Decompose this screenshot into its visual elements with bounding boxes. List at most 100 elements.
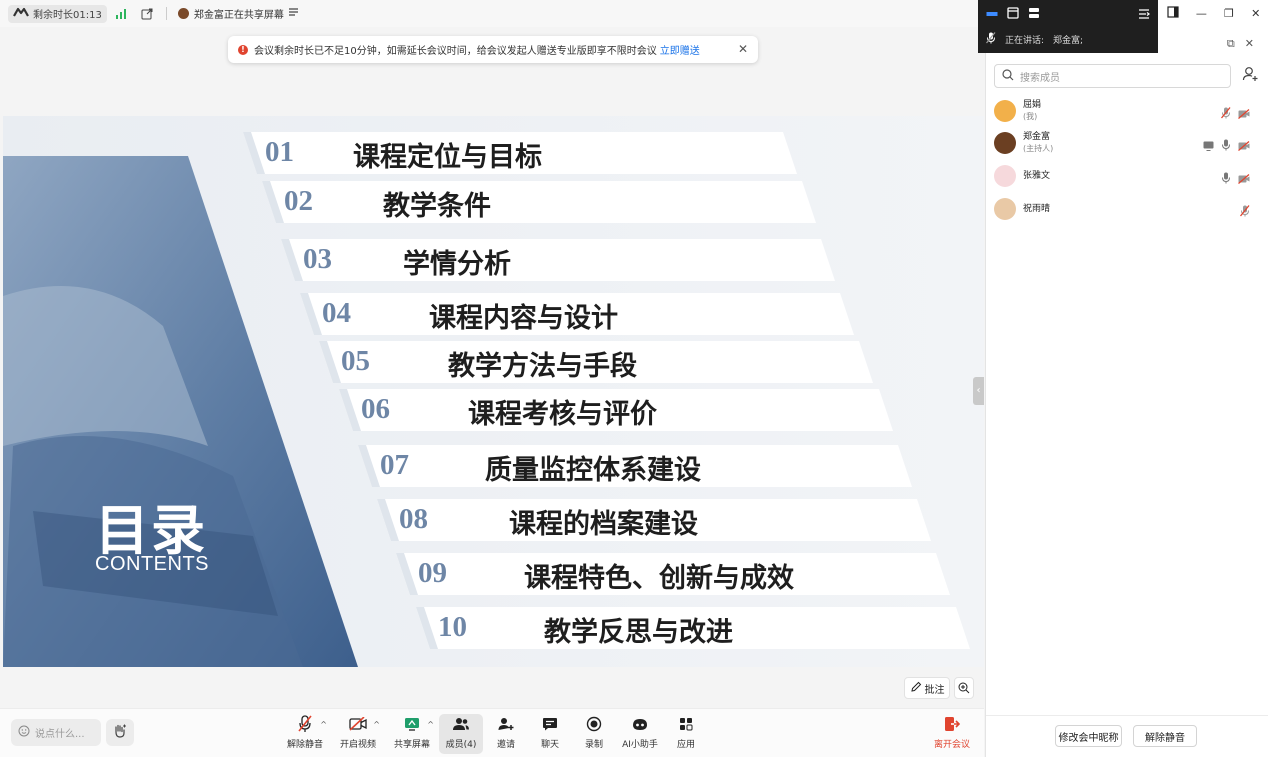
member-status-icons [1203,136,1250,155]
avatar [994,132,1016,154]
annotate-button[interactable]: 批注 [904,677,950,699]
pencil-icon [910,681,922,696]
rename-in-meeting-button[interactable]: 修改会中昵称 [1055,725,1122,747]
toc-item-text: 质量监控体系建设 [485,455,701,486]
member-status-icons [1221,169,1250,188]
member-names: 张雅文 [1023,171,1050,182]
toc-number: 10 [438,611,467,643]
sharer-avatar [177,8,189,19]
leave-meeting-button[interactable]: 离开会议 [930,714,974,754]
member-row[interactable]: 祝雨晴 [994,194,1256,224]
add-user-icon [1242,66,1258,86]
speaking-name: 郑金富; [1053,36,1084,46]
screen-sharer-info[interactable]: 郑金富正在共享屏幕 [177,6,298,21]
apps-icon [679,714,693,734]
presentation-slide: 目录 CONTENTS 01 课程定位与目标 02 教学条件 03 学情分析 04 课程内容与… [3,116,984,667]
toc-number: 01 [265,136,294,168]
chevron-up-icon[interactable]: ^ [427,720,434,729]
toc-number: 04 [322,297,351,329]
warning-icon: ! [238,44,248,55]
unmute-button[interactable]: 解除静音 ^ [283,714,327,754]
member-role: (我) [1023,112,1038,121]
mic-muted-icon[interactable] [1220,104,1231,123]
members-panel: 正在讲话: 郑金富; — ❐ ✕ ⧉ ✕ 搜索成员 屈娟 (我) 郑金富 (主持人) 张… [978,0,1268,757]
minimize-window-icon[interactable]: — [1196,7,1207,20]
invite-icon [498,714,514,734]
unmute-label: 解除静音 [286,740,323,750]
mic-muted-icon[interactable] [1239,202,1250,221]
toc-item-text: 课程考核与评价 [468,399,657,430]
restore-window-icon[interactable]: ❐ [1224,7,1234,20]
member-row[interactable]: 郑金富 (主持人) [994,128,1256,158]
mic-icon[interactable] [1221,136,1231,155]
zoom-in-icon [958,679,970,698]
leave-icon [944,714,960,734]
video-off-icon [349,714,367,734]
tencent-meeting-logo-icon [13,7,29,20]
sidebar-toggle-icon[interactable] [1167,5,1179,21]
start-video-label: 开启视频 [339,740,376,750]
raise-hand-button[interactable] [106,719,134,746]
collapse-list-icon[interactable] [1138,4,1150,23]
speaking-label: 正在讲话: [1005,36,1045,46]
notice-message: 会议剩余时长已不足10分钟，如需延长会议时间，给会议发起人赠送专业版即享不限时会… [254,46,657,57]
ai-assistant-label: AI小助手 [622,740,658,750]
toc-number: 02 [284,185,313,217]
camera-off-icon[interactable] [1238,104,1250,123]
toc-number: 05 [341,345,370,377]
gallery-view-icon[interactable] [1007,4,1019,23]
remaining-time-pill[interactable]: 剩余时长01:13 [8,4,107,23]
chat-button[interactable]: 聊天 [528,714,572,754]
rename-label: 修改会中昵称 [1058,732,1119,744]
menu-lines-icon [288,8,298,19]
start-video-button[interactable]: 开启视频 ^ [336,714,380,754]
chevron-up-icon[interactable]: ^ [320,720,327,729]
close-window-icon[interactable]: ✕ [1251,7,1260,20]
slide-title-en: CONTENTS [95,553,209,575]
say-something-input[interactable]: 说点什么... [11,719,101,746]
meeting-top-bar: 剩余时长01:13 郑金富正在共享屏幕 [0,0,984,27]
list-view-icon[interactable] [1028,4,1040,23]
member-name: 郑金富 [1023,132,1051,142]
raise-hand-icon [112,723,128,743]
unmute-all-button[interactable]: 解除静音 [1133,725,1197,747]
camera-off-icon[interactable] [1238,169,1250,188]
zoom-in-button[interactable] [954,677,974,699]
share-screen-button[interactable]: 共享屏幕 ^ [390,714,434,754]
camera-off-icon[interactable] [1238,136,1250,155]
toc-item-text: 教学方法与手段 [448,351,637,382]
shared-screen-stage: ! 会议剩余时长已不足10分钟，如需延长会议时间，给会议发起人赠送专业版即享不限… [0,27,984,708]
screen-share-icon[interactable] [1203,136,1214,155]
panel-footer: 修改会中昵称 解除静音 [986,715,1268,757]
member-names: 祝雨晴 [1023,204,1050,215]
member-names: 屈娟 (我) [1023,100,1041,122]
apps-button[interactable]: 应用 [664,714,708,754]
toc-item-text: 课程内容与设计 [429,303,618,334]
gift-now-link[interactable]: 立即赠送 [660,42,700,57]
mic-icon[interactable] [1221,169,1231,188]
popout-panel-icon[interactable]: ⧉ [1227,37,1235,51]
search-icon [1002,68,1014,84]
member-search-input[interactable]: 搜索成员 [994,64,1231,88]
search-placeholder: 搜索成员 [1020,72,1060,84]
close-notice-icon[interactable]: ✕ [738,42,748,56]
toc-number: 03 [303,243,332,275]
remaining-time-text: 剩余时长01:13 [33,10,102,21]
toc-item-text: 学情分析 [403,249,511,280]
chevron-up-icon[interactable]: ^ [373,720,380,729]
member-row[interactable]: 屈娟 (我) [994,96,1256,126]
record-label: 录制 [584,740,603,750]
collapse-panel-handle[interactable]: ‹ [973,377,984,405]
window-controls: — ❐ ✕ [1158,0,1268,26]
add-member-button[interactable] [1238,64,1262,88]
close-panel-icon[interactable]: ✕ [1245,37,1254,51]
member-row[interactable]: 张雅文 [994,161,1256,191]
meeting-toolbar: 说点什么... 解除静音 ^ 开启视频 ^ 共享屏幕 ^ 成员(4) 邀请 聊天… [0,708,984,757]
invite-button[interactable]: 邀请 [484,714,528,754]
members-button[interactable]: 成员(4) [439,714,483,754]
signal-strength-icon[interactable] [115,8,127,19]
record-button[interactable]: 录制 [572,714,616,754]
minimize-view-icon[interactable] [986,4,998,23]
popout-icon[interactable] [141,8,153,20]
ai-assistant-button[interactable]: AI小助手 [618,714,662,754]
